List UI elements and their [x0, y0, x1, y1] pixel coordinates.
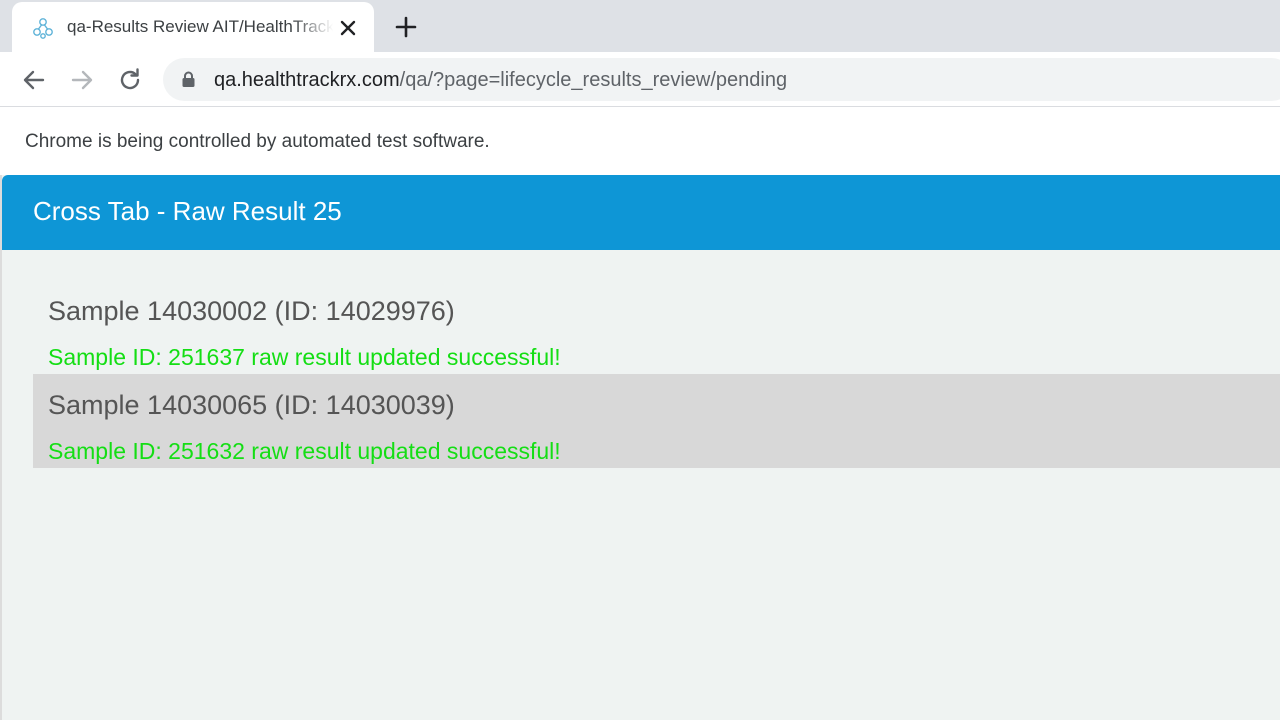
- sample-item: Sample 14030065 (ID: 14030039) Sample ID…: [33, 374, 1280, 468]
- lock-icon[interactable]: [181, 71, 196, 88]
- sample-name: Sample 14030065 (ID: 14030039): [48, 390, 455, 420]
- address-bar[interactable]: qa.healthtrackrx.com/qa/?page=lifecycle_…: [163, 58, 1280, 101]
- infobar-message: Chrome is being controlled by automated …: [25, 131, 490, 152]
- tab-title: qa-Results Review AIT/HealthTrackRx: [67, 17, 333, 36]
- url-path: /qa/?page=lifecycle_results_review/pendi…: [399, 69, 788, 91]
- browser-toolbar: qa.healthtrackrx.com/qa/?page=lifecycle_…: [0, 52, 1280, 107]
- url-text: qa.healthtrackrx.com/qa/?page=lifecycle_…: [214, 69, 787, 92]
- page-content: Cross Tab - Raw Result 25 Sample 1403000…: [0, 175, 1280, 720]
- sample-name: Sample 14030002 (ID: 14029976): [48, 296, 455, 326]
- back-arrow-icon[interactable]: [20, 66, 48, 94]
- page-header: Cross Tab - Raw Result 25: [2, 175, 1280, 250]
- forward-arrow-icon[interactable]: [68, 66, 96, 94]
- favicon-icon: [33, 18, 53, 39]
- url-host: qa.healthtrackrx.com: [214, 69, 400, 91]
- reload-icon[interactable]: [116, 66, 144, 94]
- sample-item: Sample 14030002 (ID: 14029976) Sample ID…: [33, 280, 1280, 374]
- page-title: Cross Tab - Raw Result 25: [33, 196, 342, 226]
- close-icon[interactable]: [337, 17, 359, 39]
- tab-strip: qa-Results Review AIT/HealthTrackRx: [0, 0, 1280, 52]
- success-message: Sample ID: 251632 raw result updated suc…: [48, 438, 561, 464]
- automation-infobar: Chrome is being controlled by automated …: [0, 107, 1280, 175]
- plus-icon[interactable]: [393, 14, 419, 40]
- browser-tab[interactable]: qa-Results Review AIT/HealthTrackRx: [12, 2, 374, 52]
- success-message: Sample ID: 251637 raw result updated suc…: [48, 344, 561, 370]
